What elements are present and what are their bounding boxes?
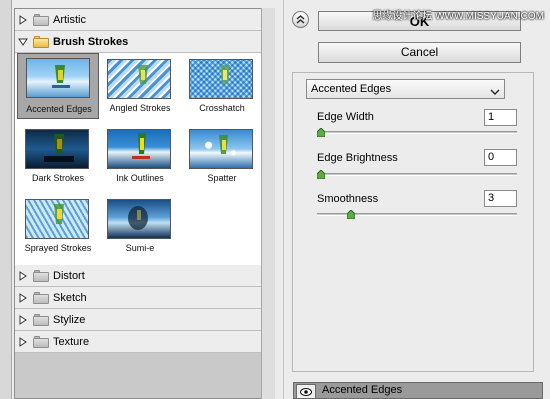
chevron-down-icon — [490, 84, 500, 102]
edge-brightness-slider-thumb[interactable] — [316, 169, 326, 180]
category-stylize[interactable]: Stylize — [15, 309, 261, 331]
thumbnail-image — [107, 59, 171, 99]
category-label: Stylize — [53, 313, 86, 326]
folder-icon — [33, 269, 49, 282]
folder-open-icon — [33, 35, 49, 48]
category-sketch[interactable]: Sketch — [15, 287, 261, 309]
thumbnail-image — [107, 199, 171, 239]
smoothness-input[interactable]: 3 — [484, 190, 517, 207]
folder-icon — [33, 335, 49, 348]
thumb-accented-edges[interactable]: Accented Edges — [17, 53, 99, 119]
thumbnail-image — [25, 129, 89, 169]
triangle-right-icon[interactable] — [15, 336, 31, 347]
eye-icon[interactable] — [296, 384, 316, 399]
edge-brightness-input[interactable]: 0 — [484, 149, 517, 166]
thumb-angled-strokes[interactable]: Angled Strokes — [103, 57, 177, 117]
thumb-label: Spatter — [207, 173, 237, 183]
triangle-right-icon[interactable] — [15, 314, 31, 325]
left-edge-strip — [0, 0, 12, 399]
edge-width-slider[interactable] — [317, 131, 517, 134]
panel-divider — [283, 0, 284, 399]
category-label: Artistic — [53, 13, 86, 26]
smoothness-slider-thumb[interactable] — [346, 209, 356, 220]
folder-icon — [33, 13, 49, 26]
category-label: Distort — [53, 269, 85, 282]
thumb-spatter[interactable]: Spatter — [185, 127, 259, 187]
thumb-label: Ink Outlines — [116, 173, 164, 183]
thumbnail-image — [189, 129, 253, 169]
edge-width-input[interactable]: 1 — [484, 109, 517, 126]
edge-brightness-label: Edge Brightness — [317, 152, 398, 164]
category-label: Brush Strokes — [53, 35, 129, 48]
cancel-button[interactable]: Cancel — [318, 42, 521, 63]
folder-icon — [33, 291, 49, 304]
filter-select-value: Accented Edges — [311, 83, 392, 95]
triangle-right-icon[interactable] — [15, 270, 31, 281]
category-distort[interactable]: Distort — [15, 265, 261, 287]
triangle-right-icon[interactable] — [15, 292, 31, 303]
effect-layer-row[interactable]: Accented Edges — [293, 382, 543, 399]
triangle-right-icon[interactable] — [15, 14, 31, 25]
double-chevron-up-icon — [296, 15, 305, 24]
category-brush-strokes[interactable]: Brush Strokes — [15, 31, 261, 53]
thumb-sprayed-strokes[interactable]: Sprayed Strokes — [21, 197, 95, 257]
filter-gallery: Artistic Brush Strokes Accented Edges An… — [14, 8, 275, 399]
edge-width-label: Edge Width — [317, 111, 374, 123]
thumbnail-image — [25, 199, 89, 239]
smoothness-label: Smoothness — [317, 193, 379, 205]
thumbnail-grid: Accented Edges Angled Strokes Crosshatch… — [15, 53, 261, 265]
thumb-dark-strokes[interactable]: Dark Strokes — [21, 127, 95, 187]
thumbnail-image — [189, 59, 253, 99]
collapse-gallery-button[interactable] — [292, 11, 309, 28]
category-label: Sketch — [53, 291, 87, 304]
edge-brightness-slider[interactable] — [317, 173, 517, 176]
category-label: Texture — [53, 335, 90, 348]
thumb-label: Dark Strokes — [31, 173, 84, 183]
category-texture[interactable]: Texture — [15, 331, 261, 353]
thumb-label: Angled Strokes — [109, 103, 171, 113]
thumb-label: Sprayed Strokes — [24, 243, 92, 253]
folder-icon — [33, 313, 49, 326]
watermark-text: 思缘设计论坛 WWW.MISSYUAN.COM — [372, 11, 544, 22]
thumb-label: Accented Edges — [26, 104, 92, 114]
thumb-ink-outlines[interactable]: Ink Outlines — [103, 127, 177, 187]
triangle-down-icon[interactable] — [15, 38, 31, 46]
thumb-sumi-e[interactable]: Sumi-e — [103, 197, 177, 257]
category-artistic[interactable]: Artistic — [15, 9, 261, 31]
edge-width-slider-thumb[interactable] — [316, 127, 326, 138]
effect-layer-label: Accented Edges — [322, 384, 403, 396]
filter-select[interactable]: Accented Edges — [306, 79, 505, 99]
thumb-label: Crosshatch — [199, 103, 245, 113]
thumbnail-image — [26, 58, 90, 98]
thumb-crosshatch[interactable]: Crosshatch — [185, 57, 259, 117]
thumbnail-image — [107, 129, 171, 169]
thumb-label: Sumi-e — [125, 243, 155, 253]
gallery-scrollbar[interactable] — [261, 8, 275, 399]
